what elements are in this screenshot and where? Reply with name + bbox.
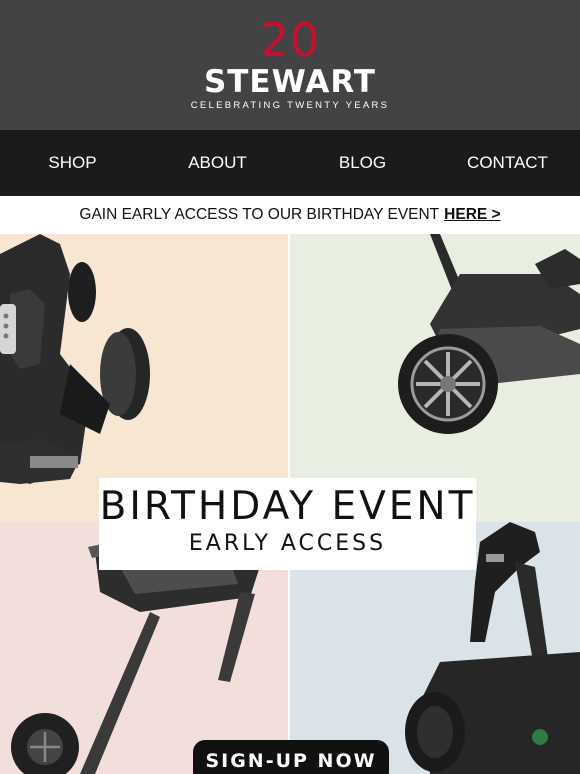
hero-title-box: BIRTHDAY EVENT EARLY ACCESS	[99, 478, 476, 570]
logo-tagline: CELEBRATING TWENTY YEARS	[190, 100, 390, 111]
hero-subtitle: EARLY ACCESS	[188, 531, 387, 556]
main-nav: SHOP ABOUT BLOG CONTACT	[0, 130, 580, 196]
signup-button[interactable]: SIGN-UP NOW	[193, 740, 389, 774]
hero-banner[interactable]: BIRTHDAY EVENT EARLY ACCESS SIGN-UP NOW	[0, 234, 580, 774]
nav-item-about[interactable]: ABOUT	[145, 130, 290, 196]
email-header: 20 STEWART CELEBRATING TWENTY YEARS	[0, 0, 580, 130]
logo-anniversary-number: 20	[259, 13, 321, 67]
promo-text: GAIN EARLY ACCESS TO OUR BIRTHDAY EVENT	[79, 206, 440, 223]
logo-wordmark[interactable]: STEWART	[0, 64, 580, 100]
hero-title: BIRTHDAY EVENT	[99, 484, 476, 529]
nav-item-contact[interactable]: CONTACT	[435, 130, 580, 196]
promo-link[interactable]: HERE >	[444, 206, 500, 224]
promo-banner: GAIN EARLY ACCESS TO OUR BIRTHDAY EVENT …	[0, 196, 580, 234]
nav-item-shop[interactable]: SHOP	[0, 130, 145, 196]
nav-item-blog[interactable]: BLOG	[290, 130, 435, 196]
